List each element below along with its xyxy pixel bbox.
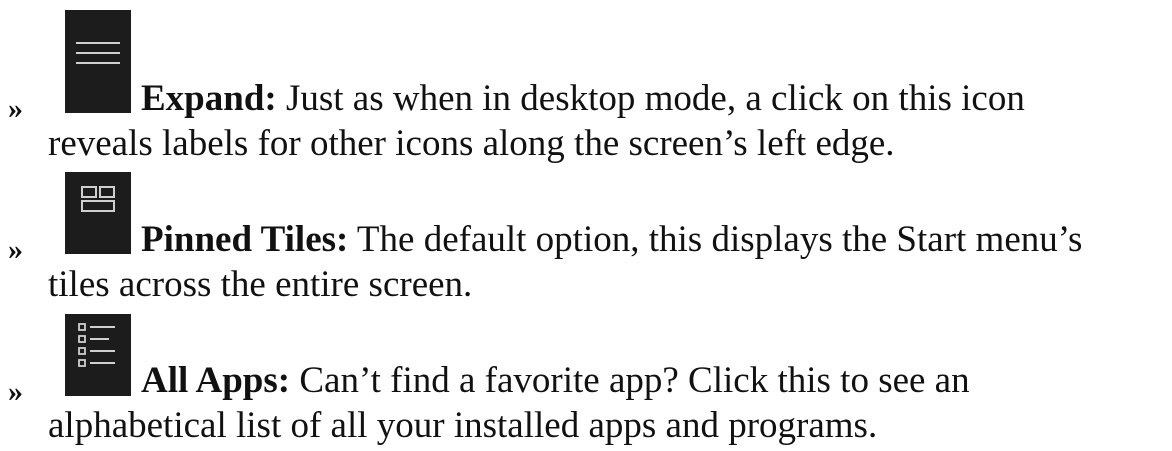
hamburger-menu-icon: [65, 10, 131, 113]
item-1-line-2: reveals labels for other icons along the…: [48, 123, 895, 164]
item-2-term: Pinned Tiles:: [141, 219, 349, 260]
item-2-text-1: The default option, this displays the St…: [348, 219, 1083, 260]
item-3-term: All Apps:: [141, 360, 291, 401]
item-3-text-1: Can’t find a favorite app? Click this to…: [290, 360, 970, 401]
bullet-3: »: [8, 375, 23, 408]
pinned-tiles-icon: [65, 172, 131, 254]
all-apps-list-icon: [65, 314, 131, 396]
bullet-2: »: [8, 233, 23, 266]
item-2-line-1: Pinned Tiles: The default option, this d…: [141, 221, 1082, 258]
page: { "bullet_symbol": "»", "items": [ { "ic…: [0, 0, 1172, 451]
item-1-line-1: Expand: Just as when in desktop mode, a …: [141, 80, 1025, 117]
item-1-text-1: Just as when in desktop mode, a click on…: [276, 78, 1025, 119]
item-2-line-2: tiles across the entire screen.: [48, 264, 473, 305]
item-1-term: Expand:: [141, 78, 277, 119]
item-3-line-2: alphabetical list of all your installed …: [48, 405, 878, 446]
item-3-line-1: All Apps: Can’t find a favorite app? Cli…: [141, 362, 970, 399]
bullet-1: »: [8, 92, 23, 125]
